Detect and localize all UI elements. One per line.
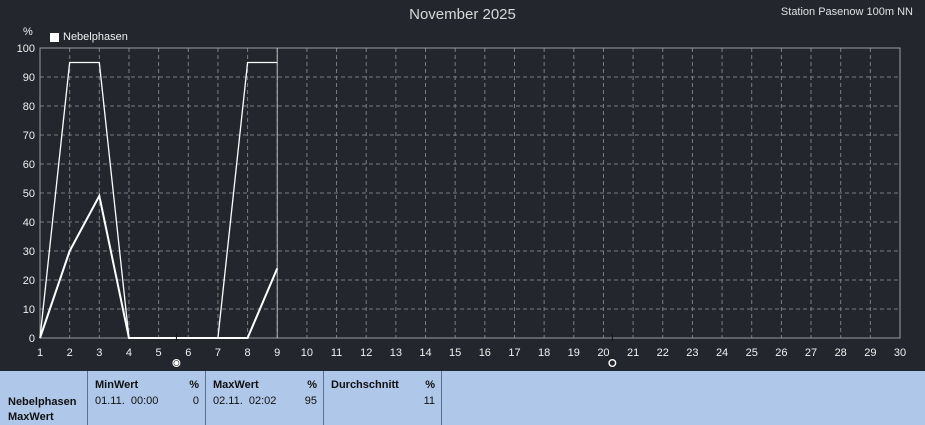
x-tick-label: 29 (864, 347, 876, 359)
x-tick-label: 12 (360, 347, 372, 359)
stats-row-label-type: MaxWert (8, 411, 54, 423)
new-moon-shade (609, 360, 615, 366)
x-tick-label: 17 (508, 347, 520, 359)
x-tick-label: 19 (568, 347, 580, 359)
y-tick-label: 10 (23, 304, 35, 316)
x-tick-label: 25 (746, 347, 758, 359)
x-tick-label: 15 (449, 347, 461, 359)
x-tick-label: 5 (156, 347, 162, 359)
x-tick-label: 23 (686, 347, 698, 359)
line-chart: 01020304050607080901001 2 3 4 5 6 7 8 9 10 11 12 13 1… (17, 43, 906, 368)
x-tick-label: 26 (775, 347, 787, 359)
y-tick-label: 20 (23, 275, 35, 287)
x-tick-label: 14 (419, 347, 431, 359)
y-tick-label: 100 (17, 43, 35, 55)
max-value: 95 (304, 395, 317, 407)
y-tick-label: 70 (23, 130, 35, 142)
y-tick-label: 30 (23, 246, 35, 258)
full-moon-icon (171, 358, 182, 368)
max-date: 02.11. 02:02 (213, 395, 277, 407)
y-tick-label: 90 (23, 72, 35, 84)
x-tick-label: 30 (894, 347, 906, 359)
min-date: 01.11. 00:00 (95, 395, 159, 407)
x-tick-label: 20 (597, 347, 609, 359)
min-unit: % (189, 379, 199, 391)
min-value-column: MinWert % 01.11. 00:00 0 (87, 371, 205, 425)
y-tick-label: 0 (29, 333, 35, 345)
x-tick-label: 13 (390, 347, 402, 359)
x-tick-label: 28 (835, 347, 847, 359)
y-tick-label: 40 (23, 217, 35, 229)
avg-unit: % (425, 379, 435, 391)
x-tick-label: 24 (716, 347, 728, 359)
min-value: 0 (192, 395, 199, 407)
x-tick-label: 6 (185, 347, 191, 359)
x-tick-label: 11 (331, 347, 342, 359)
avg-value: 11 (423, 395, 435, 407)
x-tick-label: 7 (215, 347, 221, 359)
y-tick-label: 50 (23, 188, 35, 200)
min-header: MinWert (95, 379, 139, 391)
y-tick-label: 80 (23, 101, 35, 113)
max-header: MaxWert (213, 379, 259, 391)
x-tick-label: 16 (479, 347, 491, 359)
x-tick-label: 2 (67, 347, 73, 359)
max-value-column: MaxWert % 02.11. 02:02 95 (205, 371, 323, 425)
avg-header: Durchschnitt (331, 379, 399, 391)
x-tick-label: 10 (301, 347, 313, 359)
stats-panel: Nebelphasen MaxWert MinWert % 01.11. 00:… (0, 371, 925, 425)
x-tick-label: 9 (274, 347, 280, 359)
x-tick-label: 22 (657, 347, 669, 359)
x-tick-label: 4 (126, 347, 132, 359)
x-tick-label: 27 (805, 347, 817, 359)
stats-row-label: Nebelphasen MaxWert (8, 395, 76, 425)
y-tick-label: 60 (23, 159, 35, 171)
x-tick-label: 3 (96, 347, 102, 359)
x-tick-label: 8 (245, 347, 251, 359)
average-column: Durchschnitt % 11 (323, 371, 442, 425)
x-tick-label: 1 (37, 347, 43, 359)
x-tick-label: 18 (538, 347, 550, 359)
stats-row-label-series: Nebelphasen (8, 396, 77, 408)
max-unit: % (307, 379, 317, 391)
x-tick-label: 21 (627, 347, 639, 359)
